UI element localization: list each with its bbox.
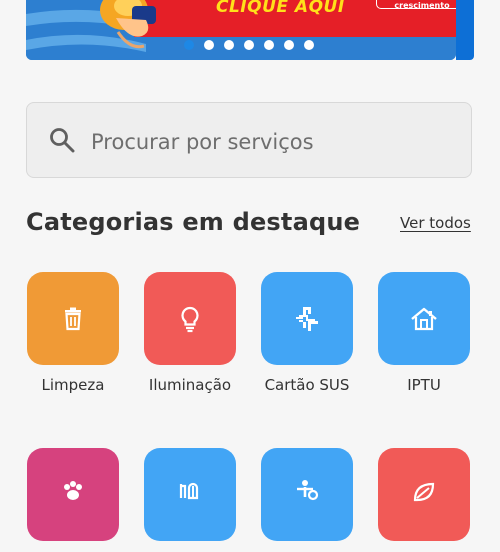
carousel-dot[interactable]	[244, 40, 254, 50]
category-tile[interactable]	[144, 272, 236, 365]
person-weights-icon	[297, 480, 319, 501]
trash-icon	[65, 307, 81, 330]
leaf-icon	[413, 482, 435, 502]
carousel-dot[interactable]	[284, 40, 294, 50]
banner-cta-text: CLIQUE AQUI	[216, 0, 345, 17]
carousel-dot[interactable]	[264, 40, 274, 50]
category-tile[interactable]	[378, 272, 470, 365]
category-label: Iluminação	[148, 376, 232, 394]
search-icon	[50, 128, 75, 153]
house-icon	[411, 307, 437, 330]
category-label: IPTU	[407, 376, 441, 394]
category-limpeza[interactable]: Limpeza	[14, 272, 132, 394]
carousel-dot[interactable]	[304, 40, 314, 50]
search-input[interactable]	[89, 123, 453, 161]
category-tile[interactable]	[27, 448, 119, 541]
carousel-dot[interactable]	[224, 40, 234, 50]
category-tile[interactable]	[261, 448, 353, 541]
carousel-indicators	[0, 40, 500, 52]
category-nature[interactable]	[365, 448, 483, 552]
category-iluminacao[interactable]: Iluminação	[131, 272, 249, 394]
see-all-link[interactable]: Ver todos	[400, 214, 471, 232]
category-tile[interactable]	[27, 272, 119, 365]
search-bar[interactable]	[26, 102, 472, 178]
carousel-dot[interactable]	[184, 40, 194, 50]
category-sports[interactable]	[248, 448, 366, 552]
section-title: Categorias em destaque	[26, 208, 361, 236]
category-cartao-sus[interactable]: Cartão SUS	[248, 272, 366, 394]
category-tile[interactable]	[144, 448, 236, 541]
category-label: Limpeza	[41, 376, 105, 394]
category-animals[interactable]	[14, 448, 132, 552]
category-iptu[interactable]: IPTU	[365, 272, 483, 394]
category-tile[interactable]	[261, 272, 353, 365]
category-environment[interactable]	[131, 448, 249, 552]
category-tile[interactable]	[378, 448, 470, 541]
category-label: Cartão SUS	[264, 376, 350, 394]
carousel-dot[interactable]	[204, 40, 214, 50]
banner-tag: crescimento	[376, 0, 456, 10]
lightbulb-icon	[181, 306, 199, 332]
paw-icon	[64, 481, 82, 500]
health-cross-icon	[296, 306, 318, 331]
hand-tree-icon	[179, 482, 199, 500]
